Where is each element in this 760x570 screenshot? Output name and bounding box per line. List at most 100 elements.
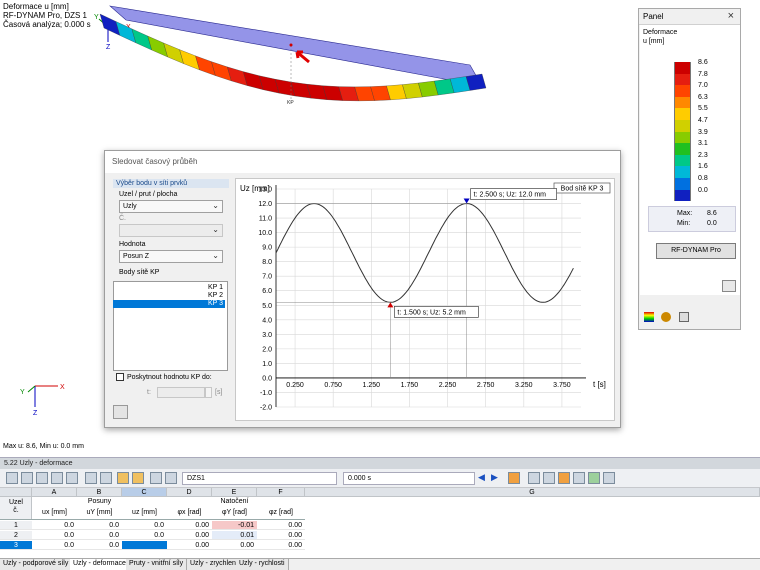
rf-dynam-button[interactable]: RF-DYNAM Pro [656, 243, 736, 259]
y-tick-label: 10.0 [258, 230, 272, 237]
legend-value: 7.8 [698, 70, 708, 78]
series-line [275, 203, 574, 303]
table-icon[interactable] [36, 472, 48, 484]
y-tick-label: -1.0 [260, 390, 272, 397]
table-icon[interactable] [508, 472, 520, 484]
filter-icon[interactable] [117, 472, 129, 484]
table-cell[interactable]: 0.0 [77, 541, 122, 550]
chevron-down-icon: ⌄ [212, 201, 219, 210]
y-tick-label: 1.0 [262, 361, 272, 368]
table-cell[interactable]: 0.0 [122, 531, 167, 540]
table-tab[interactable]: Uzly - podporové síly [0, 559, 73, 570]
table-icon[interactable] [528, 472, 540, 484]
row-number[interactable]: 1 [0, 521, 32, 530]
table-tab[interactable]: Uzly - zrychlení [187, 559, 242, 570]
excel-icon[interactable] [588, 472, 600, 484]
table-icon[interactable] [150, 472, 162, 484]
group-title: Výběr bodu v síti prvků [113, 179, 229, 188]
table-cell[interactable]: 0.0 [77, 531, 122, 540]
legend-value: 8.6 [698, 59, 708, 66]
table-icon[interactable] [100, 472, 112, 484]
y-tick-label: 9.0 [262, 245, 272, 252]
legend-value: 2.3 [698, 151, 708, 159]
y-tick-label: 3.0 [262, 332, 272, 339]
table-cell[interactable]: 0.00 [257, 531, 305, 540]
table-tab[interactable]: Pruty - vnitřní síly [126, 559, 188, 570]
results-table[interactable]: A B C D E F G Uzel č. Posuny Natočení ux… [0, 488, 760, 558]
table-icon[interactable] [603, 472, 615, 484]
table-tab[interactable]: Uzly - rychlosti [236, 559, 289, 570]
time-spinner[interactable] [205, 387, 212, 398]
list-item[interactable]: KP 2 [113, 292, 225, 300]
legend-color [674, 96, 691, 109]
number-select[interactable]: ⌄ [119, 224, 223, 237]
max-value: 8.6 [707, 210, 717, 217]
table-cell[interactable]: 0.0 [77, 521, 122, 530]
list-item[interactable]: KP 1 [113, 284, 225, 292]
table-icon[interactable] [573, 472, 585, 484]
table-cell[interactable]: 0.01 [212, 531, 257, 540]
svg-text:Y: Y [20, 389, 25, 396]
results-panel[interactable]: Panel × Deformace u [mm] 8.6 7.8 7.0 6.3 5.5… [638, 8, 741, 330]
table-cell[interactable]: 0.0 [32, 531, 77, 540]
value-select[interactable]: Posun Z ⌄ [119, 250, 223, 263]
legend-value: 3.9 [698, 128, 708, 136]
table-icon[interactable] [51, 472, 63, 484]
table-icon[interactable] [21, 472, 33, 484]
row-number[interactable]: 2 [0, 531, 32, 540]
table-icon[interactable] [66, 472, 78, 484]
table-cell[interactable]: 0.00 [167, 541, 212, 550]
table-cell[interactable]: 0.00 [167, 521, 212, 530]
table-cell[interactable]: -0.01 [212, 521, 257, 530]
table-cell[interactable]: 0.00 [257, 521, 305, 530]
filter-icon[interactable] [132, 472, 144, 484]
legend-color [674, 131, 691, 144]
min-marker [387, 302, 394, 308]
time-select[interactable]: 0.000 s [343, 472, 475, 485]
print-icon[interactable] [679, 312, 689, 322]
table-cell[interactable]: 0.00 [212, 541, 257, 550]
table-cell[interactable]: 0.0 [32, 541, 77, 550]
node-type-select[interactable]: Uzly ⌄ [119, 200, 223, 213]
time-history-dialog[interactable]: Sledovat časový průběh Výběr bodu v síti… [104, 150, 621, 428]
time-input[interactable] [157, 387, 205, 398]
table-icon[interactable] [558, 472, 570, 484]
table-cell[interactable]: 0.00 [257, 541, 305, 550]
load-case-select[interactable]: DZS1 [182, 472, 337, 485]
table-icon[interactable] [85, 472, 97, 484]
color-scale-icon[interactable] [644, 312, 654, 322]
legend-value: 5.5 [698, 105, 708, 113]
mesh-points-list[interactable]: KP 1 KP 2 KP 3 [113, 281, 228, 371]
table-icon[interactable] [543, 472, 555, 484]
x-axis-label: t [s] [593, 380, 606, 389]
structure-view[interactable]: X Y Z KP [0, 0, 640, 150]
list-item-selected[interactable]: KP 3 [113, 300, 225, 308]
next-icon[interactable]: ▶ [491, 472, 503, 484]
legend-color [674, 85, 691, 97]
table-cell[interactable] [122, 541, 167, 550]
value-label: Hodnota [119, 241, 146, 248]
provide-value-checkbox[interactable] [116, 373, 124, 381]
table-icon[interactable] [6, 472, 18, 484]
close-icon[interactable]: × [728, 10, 734, 22]
prev-icon[interactable]: ◀ [478, 472, 490, 484]
settings-icon[interactable] [661, 312, 671, 322]
x-tick-label: 0.250 [286, 382, 304, 389]
table-cell[interactable]: 0.0 [122, 521, 167, 530]
svg-text:X: X [60, 384, 65, 391]
row-number[interactable]: 3 [0, 541, 32, 550]
x-tick-label: 3.750 [553, 382, 571, 389]
time-history-chart[interactable]: 13.0 12.0 11.0 10.0 9.0 8.0 7.0 6.0 5.0 4.0 3.0 2.0… [235, 178, 615, 421]
beam-segment [195, 55, 216, 76]
legend-color [674, 178, 691, 190]
beam-segment [274, 78, 296, 97]
legend-value: 7.0 [698, 82, 708, 90]
table-cell[interactable]: 0.0 [32, 521, 77, 530]
y-tick-label: 2.0 [262, 346, 272, 353]
table-cell[interactable]: 0.00 [167, 531, 212, 540]
table-icon[interactable] [165, 472, 177, 484]
zoom-icon[interactable] [722, 280, 736, 292]
export-icon[interactable] [113, 405, 128, 419]
chevron-down-icon: ⌄ [212, 225, 219, 234]
table-tab[interactable]: Uzly - deformace [70, 559, 130, 570]
